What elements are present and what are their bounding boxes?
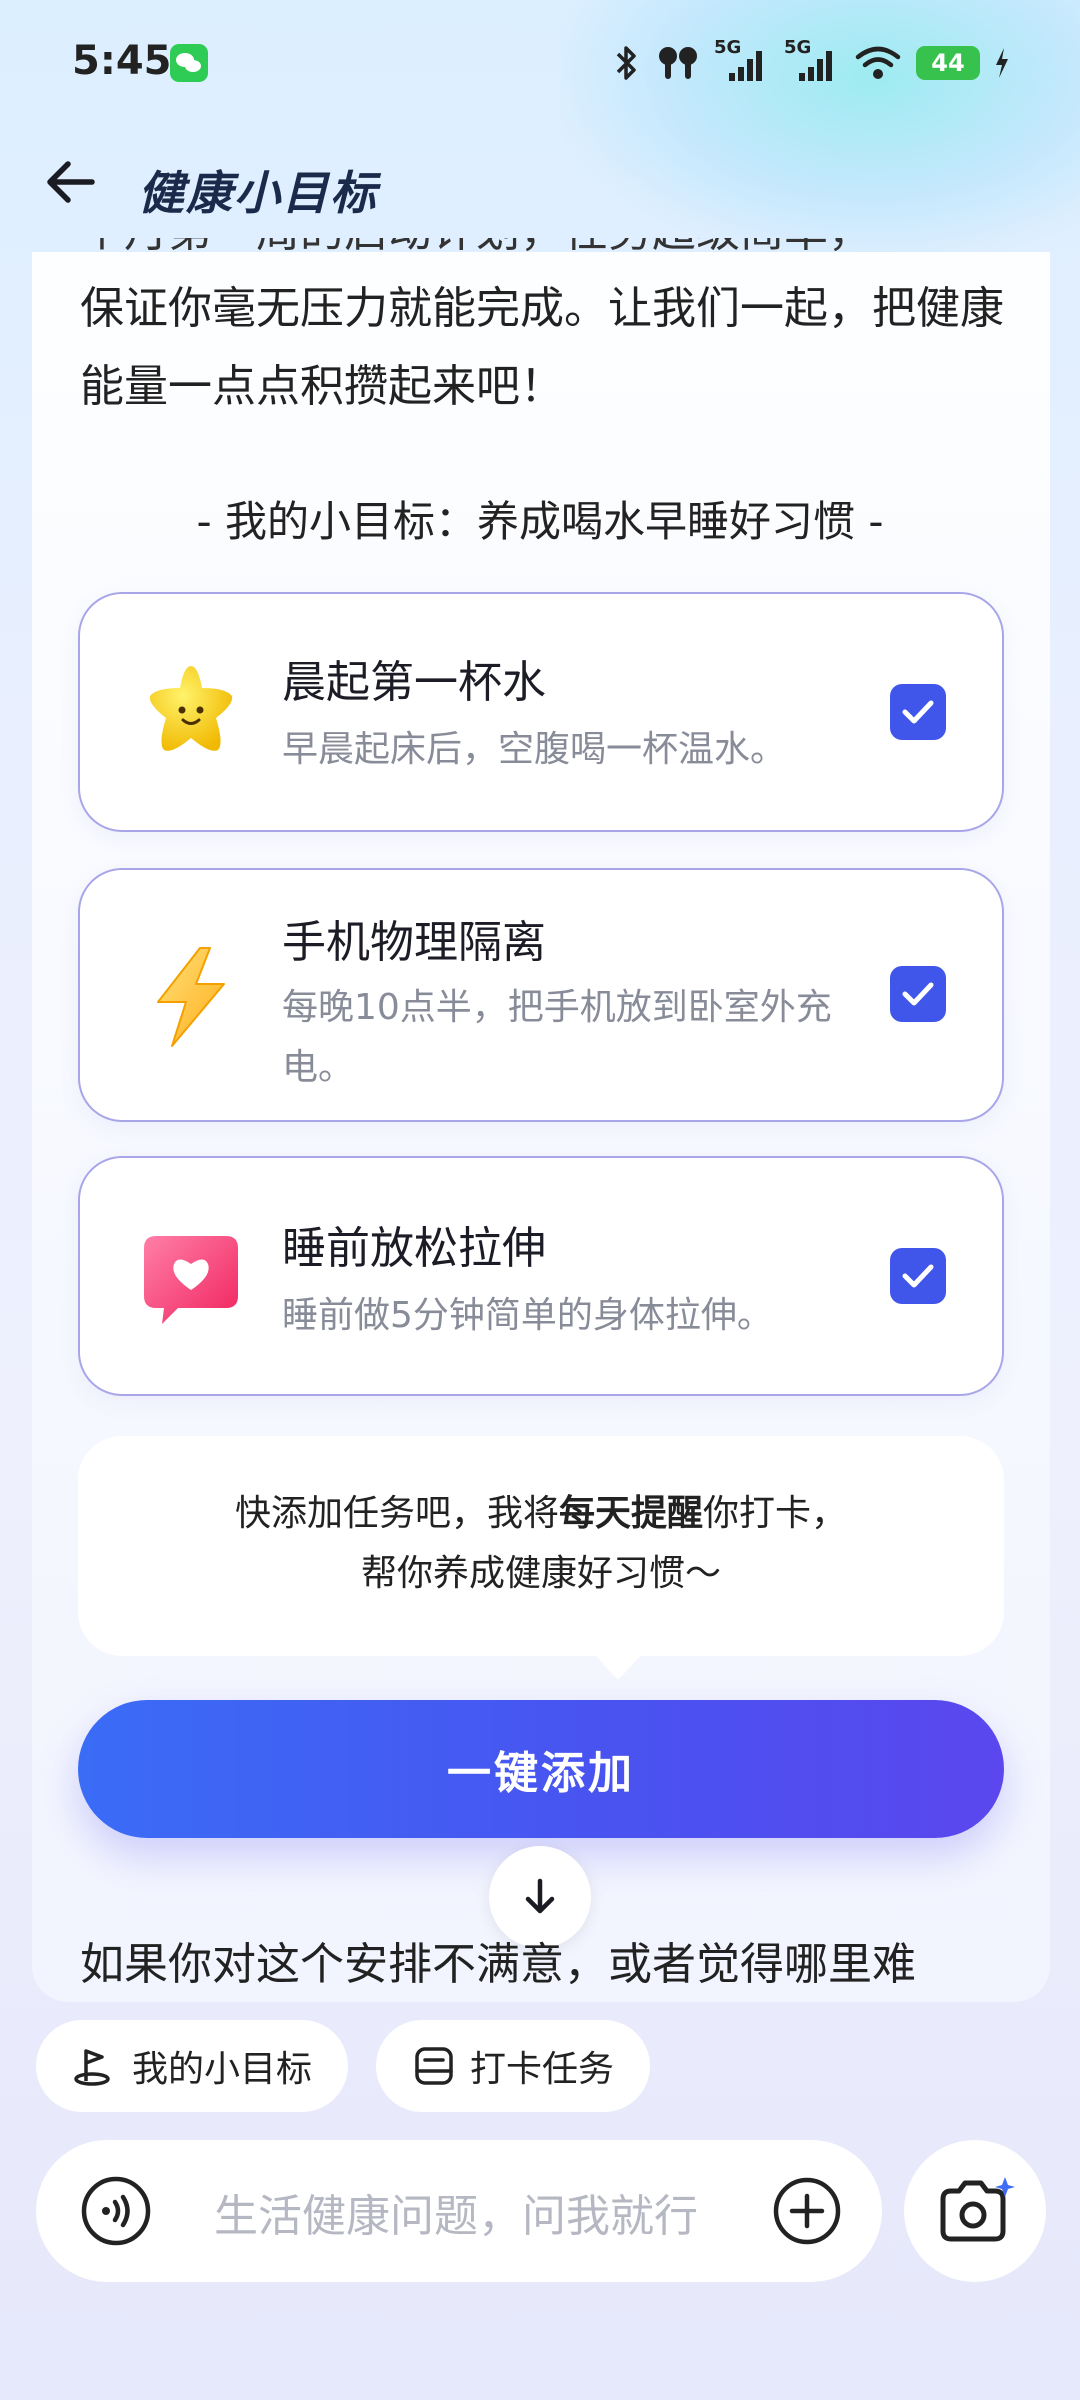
chip-checkin-tasks[interactable]: 打卡任务 <box>376 2020 651 2112</box>
task-card[interactable]: 睡前放松拉伸 睡前做5分钟简单的身体拉伸。 <box>78 1156 1004 1396</box>
task-title: 晨起第一杯水 <box>282 657 546 708</box>
chip-label: 打卡任务 <box>470 2049 615 2090</box>
battery-indicator: 44 <box>916 46 980 80</box>
intro-text: 保证你毫无压力就能完成。让我们一起，把健康能量一点点积攒起来吧！ <box>80 283 1004 412</box>
chat-input-placeholder[interactable]: 生活健康问题，问我就行 <box>214 2180 698 2244</box>
chip-label: 我的小目标 <box>132 2049 313 2090</box>
task-card[interactable]: 晨起第一杯水 早晨起床后，空腹喝一杯温水。 <box>78 592 1004 832</box>
task-title: 手机物理隔离 <box>282 917 546 968</box>
heart-bubble-icon <box>144 1236 238 1324</box>
status-bar: 5:45 5G 5G 44 <box>0 0 1080 120</box>
reminder-text: 你打卡， <box>703 1493 848 1534</box>
page-title: 健康小目标 <box>138 166 378 220</box>
reminder-emphasis: 每天提醒 <box>558 1493 703 1534</box>
wechat-notification-icon <box>170 44 208 82</box>
task-checkbox[interactable] <box>890 1248 946 1304</box>
earbuds-icon <box>659 47 697 79</box>
checkin-task-icon <box>415 2047 453 2085</box>
one-click-add-button[interactable]: 一键添加 <box>78 1700 1004 1838</box>
voice-wave-icon <box>81 2176 151 2246</box>
checkmark-icon <box>902 1264 934 1288</box>
task-title: 睡前放松拉伸 <box>282 1223 546 1274</box>
back-button[interactable] <box>38 150 102 214</box>
wifi-icon <box>855 46 901 79</box>
signal-icon-2: 5G <box>784 37 840 85</box>
goal-flag-icon <box>74 2049 110 2086</box>
camera-button[interactable] <box>904 2140 1046 2282</box>
reminder-bubble: 快添加任务吧，我将每天提醒你打卡， 帮你养成健康好习惯～ <box>78 1436 1004 1680</box>
arrow-down-icon <box>525 1878 555 1914</box>
checkmark-icon <box>902 700 934 724</box>
task-checkbox[interactable] <box>890 966 946 1022</box>
signal-icon-1: 5G <box>714 37 770 85</box>
task-description: 每晚10点半，把手机放到卧室外充电。 <box>282 987 832 1088</box>
task-description: 睡前做5分钟简单的身体拉伸。 <box>282 1295 773 1336</box>
arrow-left-icon <box>47 161 95 203</box>
charging-icon <box>996 48 1008 78</box>
reminder-line-1: 快添加任务吧，我将每天提醒你打卡， <box>78 1484 1004 1544</box>
lightning-icon <box>157 947 225 1047</box>
reminder-line-2: 帮你养成健康好习惯～ <box>360 1553 721 1594</box>
star-face-icon <box>149 666 233 751</box>
task-checkbox[interactable] <box>890 684 946 740</box>
goal-heading: - 我的小目标：养成喝水早睡好习惯 - <box>196 497 884 546</box>
plus-circle-icon <box>773 2177 841 2245</box>
intro-partial-line: 个月第一周的启动计划，任务超级简单， <box>80 238 1010 260</box>
message-continuation-text: 如果你对这个安排不满意，或者觉得哪里难 <box>80 1939 916 1990</box>
status-time: 5:45 <box>72 38 172 84</box>
intro-partial-text: 个月第一周的启动计划，任务超级简单， <box>80 238 1010 254</box>
chip-my-goals[interactable]: 我的小目标 <box>36 2020 349 2112</box>
camera-ai-icon <box>940 2177 1015 2242</box>
bluetooth-icon <box>616 46 636 80</box>
add-attachment-button[interactable] <box>770 2174 844 2248</box>
task-card[interactable]: 手机物理隔离 每晚10点半，把手机放到卧室外充电。 <box>78 868 1004 1122</box>
status-icons: 5G 5G 44 <box>612 37 1010 88</box>
voice-input-button[interactable] <box>72 2167 160 2255</box>
task-description: 早晨起床后，空腹喝一杯温水。 <box>282 729 787 770</box>
reminder-text: 快添加任务吧，我将 <box>234 1493 559 1534</box>
checkmark-icon <box>902 982 934 1006</box>
chat-input-bar[interactable]: 生活健康问题，问我就行 <box>36 2140 882 2282</box>
